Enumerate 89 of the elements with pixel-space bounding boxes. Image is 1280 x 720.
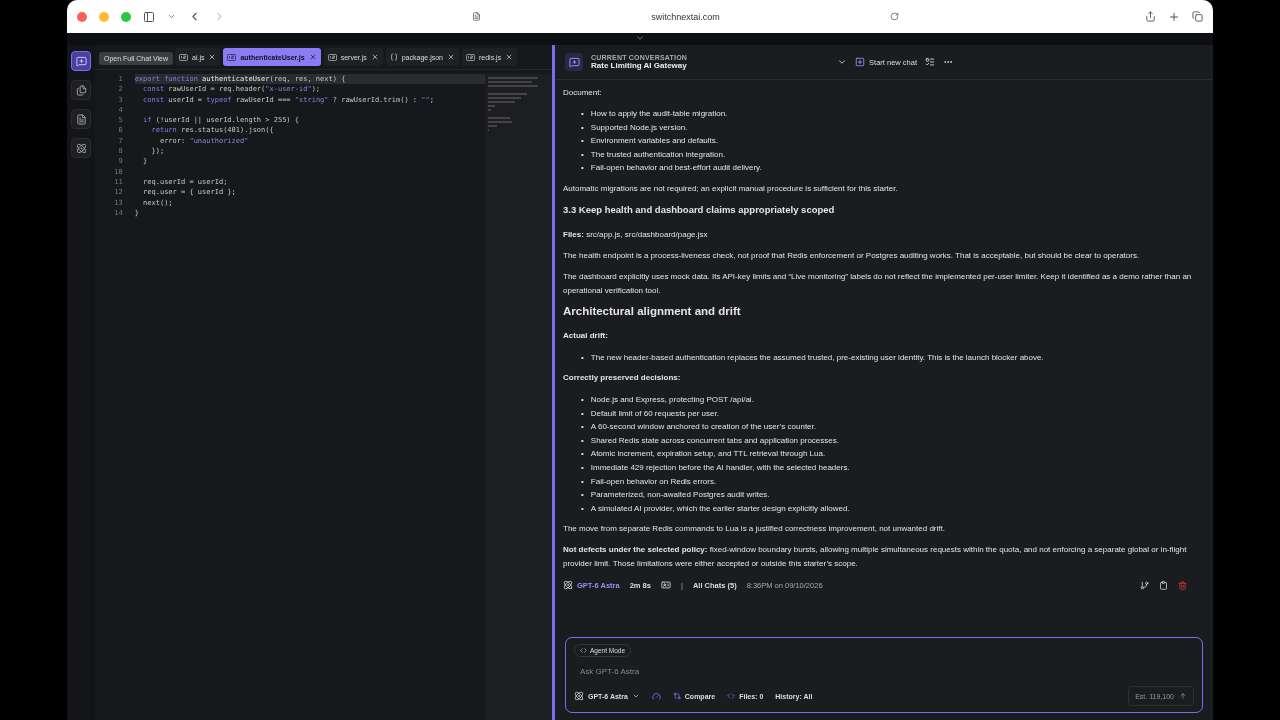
paragraph: The health endpoint is a process-liveness check, not proof that Redis enforcement or Postgres auditing works. That is acceptable, but should be clear to operators. (563, 249, 1141, 262)
minimize-dot[interactable] (99, 11, 109, 22)
paragraph: Document: (563, 87, 603, 99)
close-icon[interactable] (505, 53, 514, 61)
page-icon (472, 12, 482, 21)
bullet: • (581, 421, 584, 434)
heading: Architectural alignment and drift (563, 304, 742, 319)
message-field[interactable]: Ask GPT-6 Astra (574, 665, 1194, 678)
bullet: • (581, 394, 584, 406)
atom-button[interactable] (71, 138, 91, 158)
list-item: Fail-open behavior and best-effort audit delivery. (590, 162, 762, 175)
chevron-down-icon (631, 692, 640, 700)
paragraph: Not defects under the selected policy: fixed-window boundary bursts, allowing multiple simultaneous requests within the quota, and not enforcing a separate global or in-flight provider limit. Those limitations were either accepted or outside this starter’s scope. (563, 544, 1188, 571)
close-icon[interactable] (208, 53, 217, 61)
compare-icon (672, 692, 681, 700)
bullet: • (581, 108, 584, 121)
close-dot[interactable] (77, 11, 87, 22)
trash-icon[interactable] (1178, 580, 1187, 590)
close-icon[interactable] (370, 53, 379, 61)
bullet: • (581, 475, 584, 488)
bullet: • (581, 461, 584, 474)
label: Correctly preserved decisions: (563, 372, 682, 385)
close-icon[interactable] (447, 53, 455, 61)
chevron-down-icon[interactable] (837, 57, 848, 67)
bullet: • (581, 121, 584, 134)
tabs-icon[interactable] (1192, 11, 1203, 22)
code-icon (727, 692, 736, 700)
braces-icon (389, 53, 398, 61)
conversation-title: Rate Limiting AI Gateway (591, 61, 688, 70)
zoom-dot[interactable] (121, 11, 131, 22)
list-item: Shared Redis state across concurrent tabs and application processes. (590, 434, 839, 447)
list-item: Supported Node.js version. (590, 121, 688, 134)
list-item: Default limit of 60 requests per user. (590, 407, 719, 420)
list-item: Parameterized, non-awaited Postgres audit writes. (590, 489, 770, 502)
document-button[interactable] (71, 109, 91, 129)
list-item: Fail-open behavior on Redis errors. (590, 475, 717, 488)
card-icon (660, 580, 671, 591)
paragraph: Automatic migrations are not required; an explicit manual procedure is sufficient for this starter. (563, 183, 899, 196)
bullet: • (581, 162, 584, 175)
bullet: • (581, 489, 584, 502)
model-icon (563, 580, 573, 591)
address-field[interactable]: switchnextai.com (651, 11, 720, 22)
list-item: How to apply the audit-table migration. (590, 108, 728, 121)
clipboard-icon[interactable] (1159, 580, 1168, 590)
list-item: Atomic increment, expiration setup, and TTL retrieval through Lua. (590, 448, 826, 461)
branch-icon[interactable] (1140, 580, 1149, 590)
list-item: Immediate 429 rejection before the AI handler, with the selected headers. (590, 461, 850, 474)
close-icon[interactable] (308, 53, 317, 61)
document-icon (75, 113, 87, 125)
files-button[interactable] (71, 80, 91, 100)
code-icon (580, 647, 587, 654)
script-icon (466, 53, 475, 61)
list-item: Node.js and Express, protecting POST /api/ai. (590, 394, 754, 406)
bullet: • (581, 351, 584, 364)
list-item: A 60-second window anchored to creation of the user’s counter. (590, 421, 816, 434)
paragraph: The dashboard explicitly uses mock data. Its API-key limits and “Live monitoring” labels do not reflect the implemented per-user limiter. Keep it identified as a demo rather than an operational verification tool. (563, 270, 1193, 297)
section-heading: 3.3 Keep health and dashboard claims appropriately scoped (563, 203, 836, 217)
new-tab-icon[interactable] (1168, 10, 1180, 23)
list-item: The new header-based authentication replaces the assumed trusted, pre-existing user identity. This is the launch blocker above. (590, 351, 1044, 364)
chat-view-button[interactable] (71, 51, 91, 71)
bullet: • (581, 148, 584, 161)
script-icon (227, 53, 237, 61)
script-icon (327, 53, 337, 61)
label: Actual drift: (563, 330, 609, 343)
chevron-down-icon[interactable] (167, 12, 176, 21)
paragraph: Files: src/app.js, src/dashboard/page.jsx (563, 228, 709, 241)
bullet: • (581, 448, 584, 461)
share-icon[interactable] (1145, 11, 1156, 22)
chat-icon (565, 53, 583, 71)
arrow-up-icon (1179, 692, 1187, 700)
bullet: • (581, 407, 584, 420)
list-item: A simulated AI provider, which the earlier starter design explicitly allowed. (590, 502, 850, 515)
list-item: The trusted authentication integration. (590, 148, 726, 161)
plus-square-icon (855, 57, 866, 67)
reload-icon[interactable] (889, 12, 899, 21)
model-icon (574, 691, 584, 701)
script-icon (179, 53, 188, 61)
bullet: • (581, 135, 584, 148)
files-icon (75, 84, 87, 96)
chat-icon (75, 55, 87, 67)
bullet: • (581, 502, 584, 515)
paragraph: The move from separate Redis commands to Lua is a justified correctness improvement, not unwanted drift. (563, 523, 946, 536)
bullet: • (581, 434, 584, 447)
list-edit-icon[interactable] (925, 57, 935, 67)
sidebar-icon[interactable] (143, 10, 155, 23)
chevron-down-icon[interactable] (635, 33, 645, 43)
atom-icon (75, 142, 87, 154)
list-item: Environment variables and defaults. (590, 135, 718, 148)
gauge-icon[interactable] (651, 691, 661, 701)
